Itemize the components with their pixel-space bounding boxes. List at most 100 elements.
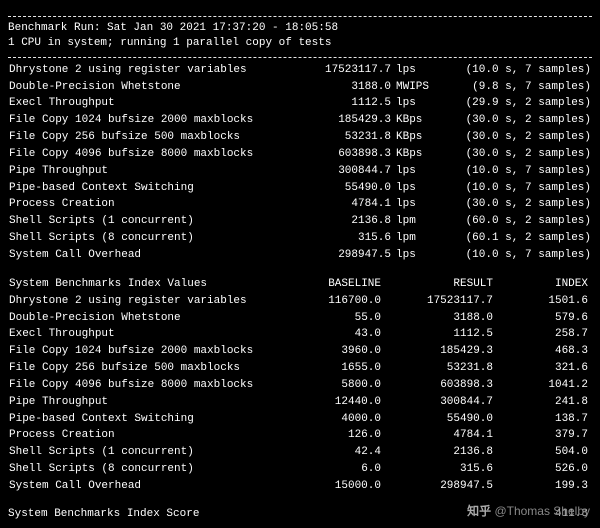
result-unit: lpm [392, 230, 441, 247]
result-note: (30.0 s, 2 samples) [441, 146, 592, 163]
result-unit: KBps [392, 146, 441, 163]
result-value: 300844.7 [290, 163, 392, 180]
results-row: File Copy 1024 bufsize 2000 maxblocks185… [8, 112, 592, 129]
index-row: Pipe Throughput12440.0300844.7241.8 [8, 394, 592, 411]
index-index: 138.7 [494, 411, 592, 428]
result-unit: lps [392, 163, 441, 180]
result-note: (60.1 s, 2 samples) [441, 230, 592, 247]
result-value: 185429.3 [290, 112, 392, 129]
index-index: 321.6 [494, 360, 592, 377]
index-row: Shell Scripts (8 concurrent)6.0315.6526.… [8, 461, 592, 478]
result-name: Shell Scripts (8 concurrent) [8, 230, 290, 247]
index-index: 1041.2 [494, 377, 592, 394]
index-index: 379.7 [494, 427, 592, 444]
terminal-output: { "header": { "line1": "Benchmark Run: S… [0, 0, 600, 528]
index-index: 199.3 [494, 478, 592, 495]
index-row: System Call Overhead15000.0298947.5199.3 [8, 478, 592, 495]
result-unit: lps [392, 247, 441, 264]
index-table: System Benchmarks Index Values BASELINE … [8, 276, 592, 495]
index-baseline: 15000.0 [290, 478, 382, 495]
index-result: 2136.8 [382, 444, 494, 461]
result-unit: KBps [392, 112, 441, 129]
results-row: File Copy 4096 bufsize 8000 maxblocks603… [8, 146, 592, 163]
result-unit: KBps [392, 129, 441, 146]
index-result: 300844.7 [382, 394, 494, 411]
index-index: 241.8 [494, 394, 592, 411]
results-row: File Copy 256 bufsize 500 maxblocks53231… [8, 129, 592, 146]
result-unit: lps [392, 95, 441, 112]
index-name: Process Creation [8, 427, 290, 444]
result-name: Dhrystone 2 using register variables [8, 62, 290, 79]
result-name: Process Creation [8, 196, 290, 213]
result-name: File Copy 256 bufsize 500 maxblocks [8, 129, 290, 146]
results-row: Process Creation4784.1lps(30.0 s, 2 samp… [8, 196, 592, 213]
result-name: File Copy 1024 bufsize 2000 maxblocks [8, 112, 290, 129]
results-row: Pipe-based Context Switching55490.0lps(1… [8, 180, 592, 197]
results-row: Shell Scripts (8 concurrent)315.6lpm(60.… [8, 230, 592, 247]
index-result: 298947.5 [382, 478, 494, 495]
result-value: 2136.8 [290, 213, 392, 230]
result-value: 315.6 [290, 230, 392, 247]
divider [8, 57, 592, 58]
index-name: Pipe-based Context Switching [8, 411, 290, 428]
index-result: 1112.5 [382, 326, 494, 343]
index-index: 1501.6 [494, 293, 592, 310]
result-name: Pipe-based Context Switching [8, 180, 290, 197]
index-baseline: 42.4 [290, 444, 382, 461]
result-name: Execl Throughput [8, 95, 290, 112]
index-index: 526.0 [494, 461, 592, 478]
result-name: Double-Precision Whetstone [8, 79, 290, 96]
result-name: Shell Scripts (1 concurrent) [8, 213, 290, 230]
index-name: File Copy 256 bufsize 500 maxblocks [8, 360, 290, 377]
index-baseline: 43.0 [290, 326, 382, 343]
result-note: (9.8 s, 7 samples) [441, 79, 592, 96]
index-row: Execl Throughput43.01112.5258.7 [8, 326, 592, 343]
result-note: (60.0 s, 2 samples) [441, 213, 592, 230]
index-baseline: 4000.0 [290, 411, 382, 428]
index-header-result: RESULT [382, 276, 494, 293]
result-note: (10.0 s, 7 samples) [441, 247, 592, 264]
index-row: Pipe-based Context Switching4000.055490.… [8, 411, 592, 428]
results-row: Dhrystone 2 using register variables1752… [8, 62, 592, 79]
results-row: Double-Precision Whetstone3188.0MWIPS(9.… [8, 79, 592, 96]
index-name: Shell Scripts (8 concurrent) [8, 461, 290, 478]
index-result: 17523117.7 [382, 293, 494, 310]
index-name: System Call Overhead [8, 478, 290, 495]
index-row: Process Creation126.04784.1379.7 [8, 427, 592, 444]
index-baseline: 1655.0 [290, 360, 382, 377]
result-name: Pipe Throughput [8, 163, 290, 180]
index-baseline: 5800.0 [290, 377, 382, 394]
index-name: File Copy 1024 bufsize 2000 maxblocks [8, 343, 290, 360]
result-unit: lps [392, 196, 441, 213]
result-value: 53231.8 [290, 129, 392, 146]
result-value: 298947.5 [290, 247, 392, 264]
result-note: (29.9 s, 2 samples) [441, 95, 592, 112]
result-note: (10.0 s, 7 samples) [441, 180, 592, 197]
index-result: 4784.1 [382, 427, 494, 444]
index-result: 185429.3 [382, 343, 494, 360]
result-unit: MWIPS [392, 79, 441, 96]
index-name: Execl Throughput [8, 326, 290, 343]
index-header-index: INDEX [494, 276, 592, 293]
index-row: Dhrystone 2 using register variables1167… [8, 293, 592, 310]
results-row: Execl Throughput1112.5lps(29.9 s, 2 samp… [8, 95, 592, 112]
index-row: Double-Precision Whetstone55.03188.0579.… [8, 310, 592, 327]
index-result: 603898.3 [382, 377, 494, 394]
result-note: (30.0 s, 2 samples) [441, 196, 592, 213]
index-row: File Copy 256 bufsize 500 maxblocks1655.… [8, 360, 592, 377]
index-name: Double-Precision Whetstone [8, 310, 290, 327]
index-header-title: System Benchmarks Index Values [8, 276, 290, 293]
result-value: 17523117.7 [290, 62, 392, 79]
run-header-line1: Benchmark Run: Sat Jan 30 2021 17:37:20 … [8, 21, 592, 36]
result-note: (10.0 s, 7 samples) [441, 62, 592, 79]
index-baseline: 55.0 [290, 310, 382, 327]
result-value: 4784.1 [290, 196, 392, 213]
index-baseline: 116700.0 [290, 293, 382, 310]
results-row: Shell Scripts (1 concurrent)2136.8lpm(60… [8, 213, 592, 230]
index-index: 579.6 [494, 310, 592, 327]
index-baseline: 126.0 [290, 427, 382, 444]
result-unit: lpm [392, 213, 441, 230]
index-result: 53231.8 [382, 360, 494, 377]
score-value: 411.8 [555, 507, 592, 522]
index-result: 55490.0 [382, 411, 494, 428]
